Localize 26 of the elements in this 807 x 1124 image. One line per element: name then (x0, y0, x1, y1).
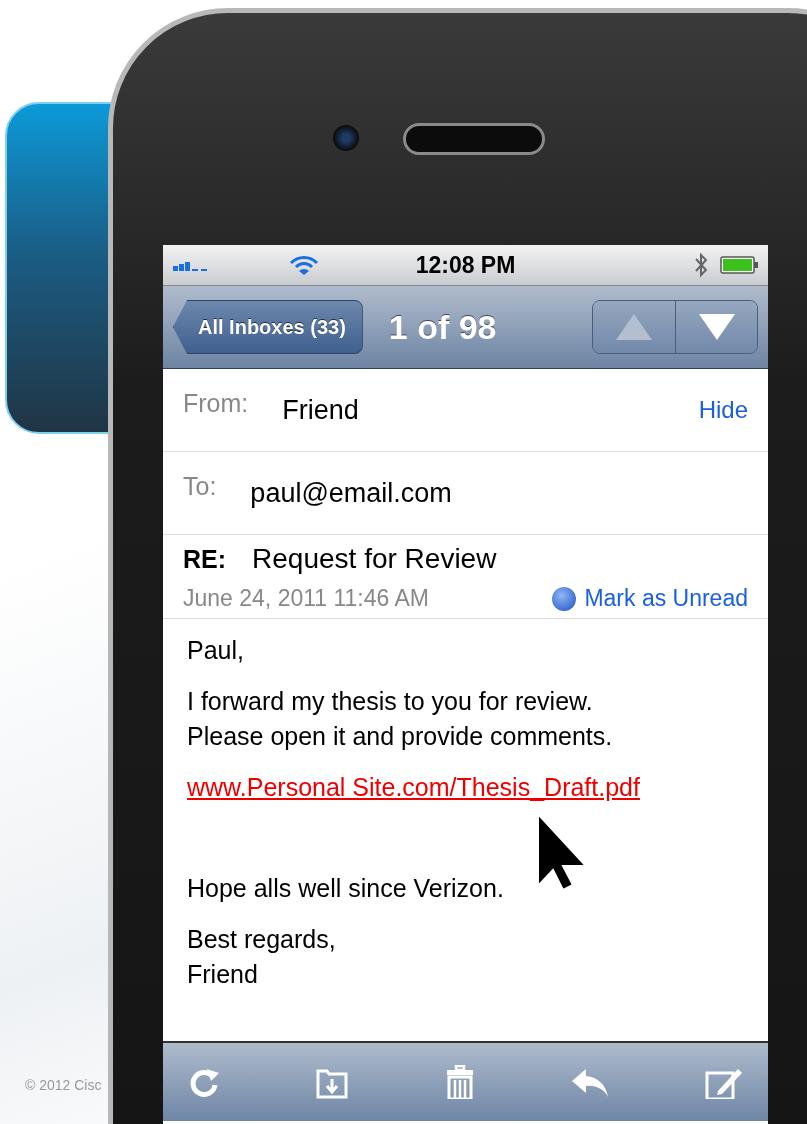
message-paragraph: Best regards, Friend (187, 924, 337, 990)
hide-link[interactable]: Hide (698, 396, 748, 424)
wifi-icon (289, 254, 319, 276)
subject-text: Request for Review (252, 543, 497, 575)
message-paragraph: Hope alls well since Verizon. (187, 873, 505, 904)
battery-icon (720, 256, 760, 274)
copyright-text: © 2012 Cisc (25, 1077, 102, 1093)
sender-name: Friend (282, 394, 359, 426)
bluetooth-icon (694, 252, 708, 278)
clock-text: 12:08 PM (415, 251, 516, 279)
signal-icon (173, 259, 209, 271)
mark-unread-link[interactable]: Mark as Unread (584, 585, 748, 612)
from-label: From: (183, 388, 249, 418)
down-triangle-icon (696, 312, 737, 342)
next-message-button[interactable] (675, 301, 757, 353)
message-paragraph: I forward my thesis to you for review. Please open it and provide comments. (187, 686, 614, 752)
recipient-address: paul@email.com (250, 477, 452, 509)
to-label: To: (183, 471, 217, 501)
attachment-link[interactable]: www.Personal Site.com/Thesis_Draft.pdf (187, 773, 640, 801)
back-button[interactable]: All Inboxes (33) (173, 300, 363, 354)
up-triangle-icon (614, 312, 654, 342)
date-text: June 24, 2011 11:46 AM (183, 585, 429, 612)
message-position-text: 1 of 98 (388, 307, 497, 347)
subject-label: RE: (183, 545, 227, 574)
message-paragraph: Paul, (187, 635, 245, 666)
unread-dot-icon (552, 586, 577, 611)
